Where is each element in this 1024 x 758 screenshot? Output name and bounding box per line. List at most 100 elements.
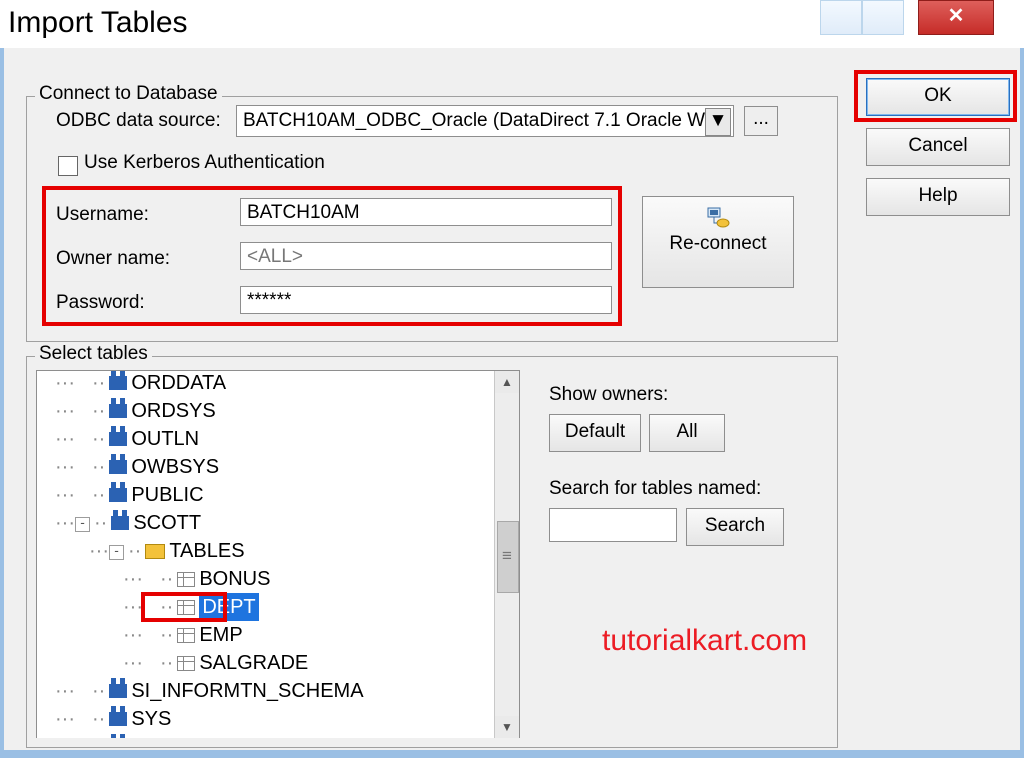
- tree-connector: ···: [123, 593, 143, 621]
- username-label: Username:: [56, 204, 149, 226]
- odbc-browse-button[interactable]: ...: [744, 106, 778, 136]
- tree-connector: ··: [160, 593, 173, 621]
- owner-icon: [109, 460, 127, 474]
- tree-connector: ···: [55, 425, 75, 453]
- odbc-label: ODBC data source:: [56, 110, 221, 132]
- show-owners-all-button[interactable]: All: [649, 414, 725, 452]
- scroll-thumb[interactable]: [497, 521, 519, 593]
- scroll-down-icon: ▼: [495, 716, 519, 738]
- minimize-button[interactable]: [820, 0, 862, 35]
- tree-item-sysman[interactable]: ·····SYSMAN: [37, 733, 493, 738]
- cancel-button[interactable]: Cancel: [866, 128, 1010, 166]
- search-tables-button[interactable]: Search: [686, 508, 784, 546]
- show-owners-default-button[interactable]: Default: [549, 414, 641, 452]
- tree-item-salgrade[interactable]: ·····SALGRADE: [37, 649, 493, 677]
- tree-item-label: ORDDATA: [131, 372, 226, 394]
- chevron-down-icon: ▼: [705, 108, 731, 136]
- ok-button[interactable]: OK: [866, 78, 1010, 116]
- tree-connector: ··: [160, 621, 173, 649]
- tree-item-label: SYSMAN: [131, 736, 215, 738]
- reconnect-button[interactable]: Re-connect: [642, 196, 794, 288]
- search-tables-input[interactable]: [549, 508, 677, 542]
- owner-icon: [111, 516, 129, 530]
- tree-item-sys[interactable]: ·····SYS: [37, 705, 493, 733]
- tree-connector: ··: [160, 649, 173, 677]
- title-bar: Import Tables ✕: [0, 0, 1024, 49]
- table-icon: [177, 656, 195, 671]
- tables-tree[interactable]: ·····ORDDATA·····ORDSYS·····OUTLN·····OW…: [36, 370, 520, 738]
- username-input[interactable]: BATCH10AM: [240, 198, 612, 226]
- password-label: Password:: [56, 292, 145, 314]
- table-icon: [177, 628, 195, 643]
- tree-item-label: BONUS: [199, 568, 270, 590]
- select-tables-legend: Select tables: [35, 343, 152, 365]
- tree-item-owbsys[interactable]: ·····OWBSYS: [37, 453, 493, 481]
- collapse-icon[interactable]: -: [109, 545, 124, 560]
- tree-item-label: ORDSYS: [131, 400, 215, 422]
- tree-connector: ··: [92, 481, 105, 509]
- tree-connector: ··: [92, 705, 105, 733]
- tree-connector: ···: [55, 677, 75, 705]
- table-icon: [177, 600, 195, 615]
- tree-connector: ···: [55, 705, 75, 733]
- help-button[interactable]: Help: [866, 178, 1010, 216]
- tree-connector: ··: [92, 733, 105, 738]
- show-owners-label: Show owners:: [549, 384, 668, 406]
- tree-connector: ···: [55, 370, 75, 397]
- tree-item-orddata[interactable]: ·····ORDDATA: [37, 370, 493, 397]
- tree-item-label: SI_INFORMTN_SCHEMA: [131, 680, 363, 702]
- tree-connector: ··: [128, 537, 141, 565]
- tree-item-dept[interactable]: ·····DEPT: [37, 593, 493, 621]
- tree-item-scott[interactable]: ···-··SCOTT: [37, 509, 493, 537]
- tree-item-label: SYS: [131, 708, 171, 730]
- tree-item-tables[interactable]: ···-·· TABLES: [37, 537, 493, 565]
- tree-connector: ···: [55, 509, 75, 537]
- password-input[interactable]: ******: [240, 286, 612, 314]
- tree-connector: ··: [160, 565, 173, 593]
- tree-connector: ··: [92, 677, 105, 705]
- connect-legend: Connect to Database: [35, 83, 222, 105]
- search-tables-label: Search for tables named:: [549, 478, 761, 500]
- tree-connector: ···: [55, 397, 75, 425]
- odbc-selected-value: BATCH10AM_ODBC_Oracle (DataDirect 7.1 Or…: [243, 110, 705, 131]
- collapse-icon[interactable]: -: [75, 517, 90, 532]
- tree-connector: ···: [89, 537, 109, 565]
- folder-icon: [145, 544, 165, 559]
- tree-item-public[interactable]: ·····PUBLIC: [37, 481, 493, 509]
- kerberos-label: Use Kerberos Authentication: [84, 152, 325, 174]
- table-icon: [177, 572, 195, 587]
- tree-connector: ···: [55, 453, 75, 481]
- tree-item-label: PUBLIC: [131, 484, 203, 506]
- window-title: Import Tables: [8, 6, 188, 40]
- maximize-button[interactable]: [862, 0, 904, 35]
- owner-icon: [109, 712, 127, 726]
- tree-connector: ···: [55, 481, 75, 509]
- kerberos-checkbox[interactable]: [58, 156, 78, 176]
- owner-icon: [109, 404, 127, 418]
- tree-item-label: OWBSYS: [131, 456, 219, 478]
- tree-item-emp[interactable]: ·····EMP: [37, 621, 493, 649]
- owner-label: Owner name:: [56, 248, 170, 270]
- owner-name-input[interactable]: <ALL>: [240, 242, 612, 270]
- tree-item-si_informtn_schema[interactable]: ·····SI_INFORMTN_SCHEMA: [37, 677, 493, 705]
- reconnect-label: Re-connect: [669, 233, 766, 254]
- tree-connector: ··: [92, 370, 105, 397]
- tree-item-ordsys[interactable]: ·····ORDSYS: [37, 397, 493, 425]
- tree-connector: ···: [123, 621, 143, 649]
- tree-connector: ··: [94, 509, 107, 537]
- dialog-body: OK Cancel Help Connect to Database ODBC …: [0, 48, 1024, 758]
- tree-item-label: TABLES: [169, 540, 244, 562]
- tree-item-bonus[interactable]: ·····BONUS: [37, 565, 493, 593]
- tree-connector: ···: [123, 649, 143, 677]
- odbc-data-source-select[interactable]: BATCH10AM_ODBC_Oracle (DataDirect 7.1 Or…: [236, 105, 734, 137]
- tree-item-label: EMP: [199, 624, 242, 646]
- tree-item-label: DEPT: [199, 593, 258, 621]
- tree-scrollbar[interactable]: ▲ ▼: [494, 371, 519, 738]
- owner-icon: [109, 684, 127, 698]
- tree-connector: ···: [55, 733, 75, 738]
- tree-item-label: SALGRADE: [199, 652, 308, 674]
- close-button[interactable]: ✕: [918, 0, 994, 35]
- tree-item-outln[interactable]: ·····OUTLN: [37, 425, 493, 453]
- tree-item-label: OUTLN: [131, 428, 199, 450]
- tree-connector: ···: [123, 565, 143, 593]
